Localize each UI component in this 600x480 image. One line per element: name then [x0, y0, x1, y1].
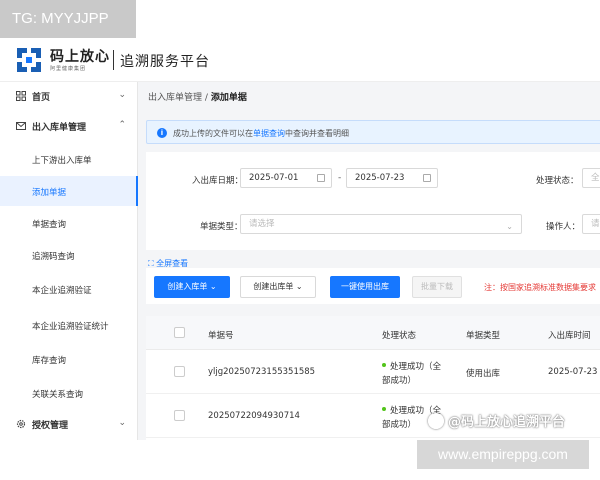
type-select[interactable]: 请选择 ⌄ — [240, 214, 522, 234]
sidebar-item-home[interactable]: 首页 ⌄ — [0, 82, 138, 110]
one-click-out-button[interactable]: 一键使用出库 — [330, 276, 400, 298]
status-text: 处理成功（全 — [390, 362, 442, 372]
sidebar-item-verify-stats[interactable]: 本企业追溯验证统计 — [0, 310, 138, 340]
date-separator: - — [338, 173, 342, 183]
status-text: 部成功） — [382, 420, 417, 430]
gear-icon — [16, 419, 26, 429]
status-text: 部成功） — [382, 376, 417, 386]
sidebar-item-label: 单据查询 — [32, 220, 67, 230]
expand-icon: ⛶ — [148, 259, 154, 268]
chevron-down-icon: ⌄ — [118, 90, 126, 100]
calendar-icon — [423, 174, 431, 182]
date-from-input[interactable]: 2025-07-01 — [240, 168, 332, 188]
create-out-button[interactable]: 创建出库单 ⌄ — [240, 276, 316, 298]
breadcrumb: 出入库单管理 / 添加单据 — [148, 90, 247, 103]
sidebar: 首页 ⌄ 出入库单管理 ⌃ 上下游出入库单 添加单据 单据查询 追溯码查询 本企… — [0, 82, 138, 440]
table-header: 单据号 处理状态 单据类型 入出库时间 — [146, 316, 600, 350]
select-all-checkbox[interactable] — [174, 327, 185, 338]
sidebar-item-inventory[interactable]: 库存查询 — [0, 344, 138, 374]
sidebar-item-code-query[interactable]: 追溯码查询 — [0, 240, 138, 270]
document-type: 使用出库 — [466, 369, 501, 379]
chevron-up-icon: ⌃ — [118, 120, 126, 130]
info-icon: i — [157, 128, 167, 138]
document-query-link[interactable]: 单据查询 — [253, 129, 285, 138]
date-label: 入出库日期： — [192, 176, 244, 186]
sidebar-item-add-document[interactable]: 添加单据 — [0, 176, 138, 206]
sidebar-item-label: 上下游出入库单 — [32, 156, 92, 166]
main-content: 出入库单管理 / 添加单据 i 成功上传的文件可以在单据查询中查询并查看明细 入… — [138, 82, 600, 440]
document-id: 20250722094930714 — [208, 411, 300, 421]
sidebar-item-label: 首页 — [32, 93, 51, 103]
search-panel: 入出库日期： 2025-07-01 - 2025-07-23 处理状态： 全 单… — [146, 152, 600, 250]
sidebar-item-label: 本企业追溯验证 — [32, 286, 92, 296]
status-label: 处理状态： — [536, 176, 579, 186]
sidebar-group-inout[interactable]: 出入库单管理 ⌃ — [0, 112, 138, 140]
row-checkbox[interactable] — [174, 366, 185, 377]
row-checkbox[interactable] — [174, 410, 185, 421]
action-toolbar: 创建入库单 ⌄ 创建出库单 ⌄ 一键使用出库 批量下载 注：按国家追溯标准数据集… — [146, 268, 600, 304]
chevron-down-icon: ⌄ — [118, 418, 126, 428]
date-to-input[interactable]: 2025-07-23 — [346, 168, 438, 188]
operator-label: 操作人： — [546, 222, 581, 232]
column-header: 处理状态 — [382, 331, 417, 341]
status-dot — [382, 363, 386, 367]
document-id: yljg20250723155351585 — [208, 367, 316, 377]
table-row[interactable]: yljg20250723155351585 处理成功（全 部成功） 使用出库 2… — [146, 350, 600, 394]
operator-input[interactable]: 请 — [582, 214, 600, 234]
sidebar-item-label: 库存查询 — [32, 356, 67, 366]
column-header: 单据号 — [208, 331, 234, 341]
inout-time: 2025-07-23 1 — [548, 367, 600, 377]
sidebar-item-label: 出入库单管理 — [32, 123, 87, 133]
mail-icon — [16, 122, 26, 130]
sidebar-item-relations[interactable]: 关联关系查询 — [0, 378, 138, 408]
info-banner: i 成功上传的文件可以在单据查询中查询并查看明细 — [146, 120, 600, 144]
logo-title: 码上放心 — [50, 49, 110, 65]
sidebar-item-upstream[interactable]: 上下游出入库单 — [0, 144, 138, 174]
site-url-overlay: www.empireppg.com — [417, 440, 589, 469]
sidebar-item-label: 本企业追溯验证统计 — [32, 322, 109, 332]
breadcrumb-separator: / — [204, 93, 208, 103]
logo-divider — [113, 50, 114, 70]
sidebar-item-label: 关联关系查询 — [32, 390, 84, 400]
sidebar-item-label: 授权管理 — [32, 421, 69, 431]
sidebar-item-label: 添加单据 — [32, 188, 67, 198]
standard-note: 注：按国家追溯标准数据集要求 — [484, 283, 596, 292]
status-select[interactable]: 全 — [582, 168, 600, 188]
column-header: 单据类型 — [466, 331, 501, 341]
info-text: 成功上传的文件可以在单据查询中查询并查看明细 — [173, 129, 349, 138]
calendar-icon — [317, 174, 325, 182]
chevron-down-icon: ⌄ — [506, 222, 513, 231]
sidebar-item-label: 追溯码查询 — [32, 252, 75, 262]
batch-download-button[interactable]: 批量下载 — [412, 276, 462, 298]
breadcrumb-current: 添加单据 — [210, 93, 247, 103]
channel-tag: TG: MYYJJPP — [0, 0, 136, 38]
create-in-button[interactable]: 创建入库单 ⌄ — [154, 276, 230, 298]
sidebar-item-verify[interactable]: 本企业追溯验证 — [0, 274, 138, 304]
logo-subtitle: 阿里健康集团 — [50, 66, 87, 72]
app-header: 码上放心 阿里健康集团 追溯服务平台 — [0, 38, 600, 82]
breadcrumb-parent[interactable]: 出入库单管理 — [148, 93, 202, 103]
platform-title: 追溯服务平台 — [120, 54, 210, 70]
sidebar-item-auth[interactable]: 授权管理 ⌄ — [0, 410, 138, 438]
logo-icon — [17, 48, 41, 72]
grid-icon — [16, 91, 26, 101]
sidebar-item-document-query[interactable]: 单据查询 — [0, 208, 138, 238]
type-label: 单据类型： — [200, 222, 243, 232]
column-header: 入出库时间 — [548, 331, 591, 341]
status-dot — [382, 407, 386, 411]
watermark-icon — [428, 413, 444, 429]
watermark-text: @码上放心追溯平台 — [448, 415, 566, 430]
